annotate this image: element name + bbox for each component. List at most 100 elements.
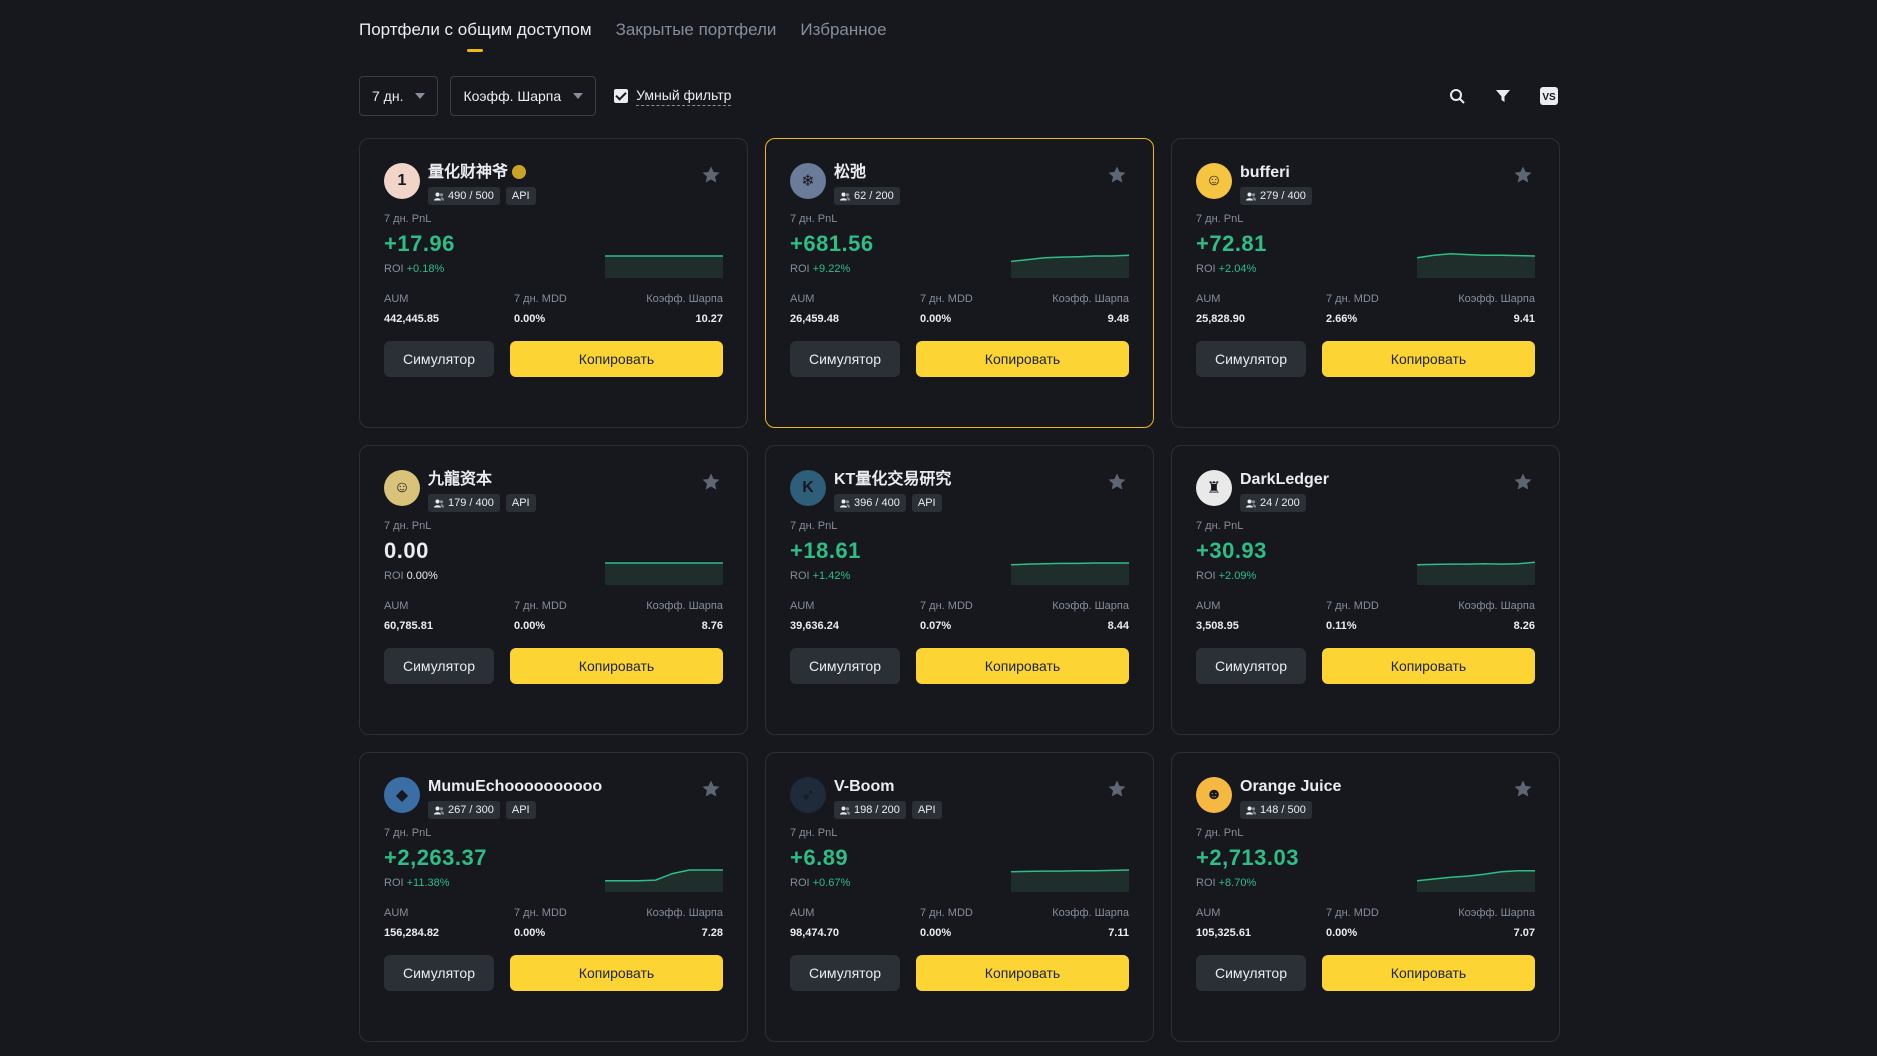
portfolio-card[interactable]: 1 量化财神爷 490 / 500 API 7 дн. PnL +17.96 R… xyxy=(359,138,748,428)
users-icon xyxy=(1246,499,1256,507)
mdd-stat: 7 дн. MDD 0.00% xyxy=(1326,907,1456,939)
aum-label: AUM xyxy=(790,293,815,305)
simulator-button[interactable]: Симулятор xyxy=(1196,648,1306,684)
portfolio-card[interactable]: ♜ DarkLedger 24 / 200 7 дн. PnL +30.93 R… xyxy=(1171,445,1560,735)
mdd-label: 7 дн. MDD xyxy=(920,600,973,612)
copy-button[interactable]: Копировать xyxy=(916,648,1129,684)
copy-button[interactable]: Копировать xyxy=(1322,955,1535,991)
sparkline-area xyxy=(1011,870,1129,892)
copy-button[interactable]: Копировать xyxy=(916,341,1129,377)
avatar[interactable]: ☻ xyxy=(1196,777,1232,813)
avatar[interactable]: K xyxy=(790,470,826,506)
simulator-button[interactable]: Симулятор xyxy=(384,648,494,684)
star-icon[interactable] xyxy=(1513,165,1533,185)
star-icon[interactable] xyxy=(1513,472,1533,492)
avatar[interactable]: ☺ xyxy=(384,470,420,506)
mdd-value: 0.00% xyxy=(514,313,546,325)
portfolio-name[interactable]: 松弛 xyxy=(834,163,900,183)
portfolio-card[interactable]: ➶ V-Boom 198 / 200 API 7 дн. PnL +6.89 R… xyxy=(765,752,1154,1042)
aum-label: AUM xyxy=(790,907,815,919)
mdd-stat: 7 дн. MDD 0.00% xyxy=(514,293,644,325)
portfolio-name[interactable]: DarkLedger xyxy=(1240,470,1329,490)
sort-select[interactable]: Коэфф. Шарпа xyxy=(450,76,597,116)
portfolio-name[interactable]: bufferi xyxy=(1240,163,1312,183)
aum-stat: AUM 3,508.95 xyxy=(1196,600,1326,632)
portfolio-card[interactable]: ☺ 九龍资本 179 / 400 API 7 дн. PnL 0.00 ROI … xyxy=(359,445,748,735)
mdd-label: 7 дн. MDD xyxy=(920,293,973,305)
simulator-button[interactable]: Симулятор xyxy=(790,955,900,991)
star-icon[interactable] xyxy=(701,779,721,799)
followers-count: 396 / 400 xyxy=(854,497,900,509)
sharpe-stat: Коэфф. Шарпа 7.07 xyxy=(1456,907,1535,939)
star-icon[interactable] xyxy=(1107,472,1127,492)
tab-public-portfolios[interactable]: Портфели с общим доступом xyxy=(359,20,592,52)
avatar[interactable]: ❄ xyxy=(790,163,826,199)
name-block: Orange Juice 148 / 500 xyxy=(1240,777,1341,819)
avatar[interactable]: ♜ xyxy=(1196,470,1232,506)
simulator-button[interactable]: Симулятор xyxy=(790,341,900,377)
mdd-label: 7 дн. MDD xyxy=(514,907,567,919)
followers-badge: 62 / 200 xyxy=(834,187,900,205)
simulator-button[interactable]: Симулятор xyxy=(1196,955,1306,991)
portfolio-name[interactable]: MumuEchoooooooooo xyxy=(428,777,602,797)
aum-stat: AUM 98,474.70 xyxy=(790,907,920,939)
portfolio-name[interactable]: V-Boom xyxy=(834,777,942,797)
aum-value: 25,828.90 xyxy=(1196,313,1245,325)
portfolio-card[interactable]: ❄ 松弛 62 / 200 7 дн. PnL +681.56 ROI +9.2… xyxy=(765,138,1154,428)
star-icon[interactable] xyxy=(1107,165,1127,185)
pnl-sparkline xyxy=(1011,869,1129,892)
portfolio-card[interactable]: K KT量化交易研究 396 / 400 API 7 дн. PnL +18.6… xyxy=(765,445,1154,735)
star-icon[interactable] xyxy=(1513,779,1533,799)
simulator-button[interactable]: Симулятор xyxy=(790,648,900,684)
copy-button[interactable]: Копировать xyxy=(510,648,723,684)
badges: 62 / 200 xyxy=(834,187,900,205)
avatar[interactable]: 1 xyxy=(384,163,420,199)
portfolio-card[interactable]: ☻ Orange Juice 148 / 500 7 дн. PnL +2,71… xyxy=(1171,752,1560,1042)
users-icon xyxy=(1246,806,1256,814)
mdd-stat: 7 дн. MDD 2.66% xyxy=(1326,293,1456,325)
aum-value: 442,445.85 xyxy=(384,313,440,325)
card-actions: Симулятор Копировать xyxy=(1196,648,1535,684)
portfolio-name[interactable]: KT量化交易研究 xyxy=(834,470,951,490)
badges: 279 / 400 xyxy=(1240,187,1312,205)
portfolio-name[interactable]: Orange Juice xyxy=(1240,777,1341,797)
period-select[interactable]: 7 дн. xyxy=(359,76,439,116)
star-icon[interactable] xyxy=(1107,779,1127,799)
followers-badge: 396 / 400 xyxy=(834,494,906,512)
portfolio-card[interactable]: ◆ MumuEchoooooooooo 267 / 300 API 7 дн. … xyxy=(359,752,748,1042)
vs-icon[interactable]: VS xyxy=(1539,86,1559,106)
mdd-label: 7 дн. MDD xyxy=(1326,907,1379,919)
smart-filter-checkbox[interactable] xyxy=(614,89,629,103)
aum-value: 39,636.24 xyxy=(790,620,839,632)
copy-button[interactable]: Копировать xyxy=(510,955,723,991)
sharpe-stat: Коэфф. Шарпа 8.76 xyxy=(644,600,723,632)
copy-button[interactable]: Копировать xyxy=(916,955,1129,991)
simulator-button[interactable]: Симулятор xyxy=(384,955,494,991)
copy-button[interactable]: Копировать xyxy=(510,341,723,377)
avatar[interactable]: ➶ xyxy=(790,777,826,813)
avatar[interactable]: ◆ xyxy=(384,777,420,813)
sharpe-value: 9.41 xyxy=(1513,313,1535,325)
sharpe-stat: Коэфф. Шарпа 10.27 xyxy=(644,293,723,325)
smart-filter-toggle[interactable]: Умный фильтр xyxy=(614,87,732,106)
portfolio-name[interactable]: 量化财神爷 xyxy=(428,163,536,183)
sharpe-label: Коэфф. Шарпа xyxy=(1052,600,1129,612)
simulator-button[interactable]: Симулятор xyxy=(384,341,494,377)
simulator-button[interactable]: Симулятор xyxy=(1196,341,1306,377)
portfolio-name[interactable]: 九龍资本 xyxy=(428,470,536,490)
search-icon[interactable] xyxy=(1447,86,1467,106)
roi-value: +2.09% xyxy=(1218,570,1257,582)
star-icon[interactable] xyxy=(701,472,721,492)
sparkline-line xyxy=(1417,561,1535,566)
portfolio-card[interactable]: ☺ bufferi 279 / 400 7 дн. PnL +72.81 ROI… xyxy=(1171,138,1560,428)
period-select-value: 7 дн. xyxy=(372,88,404,104)
tab-favorites[interactable]: Избранное xyxy=(800,20,886,52)
copy-button[interactable]: Копировать xyxy=(1322,341,1535,377)
filter-icon[interactable] xyxy=(1493,86,1513,106)
avatar[interactable]: ☺ xyxy=(1196,163,1232,199)
tab-private-portfolios[interactable]: Закрытые портфели xyxy=(616,20,777,52)
roi-label: ROI xyxy=(790,570,810,582)
copy-button[interactable]: Копировать xyxy=(1322,648,1535,684)
aum-label: AUM xyxy=(1196,600,1221,612)
star-icon[interactable] xyxy=(701,165,721,185)
